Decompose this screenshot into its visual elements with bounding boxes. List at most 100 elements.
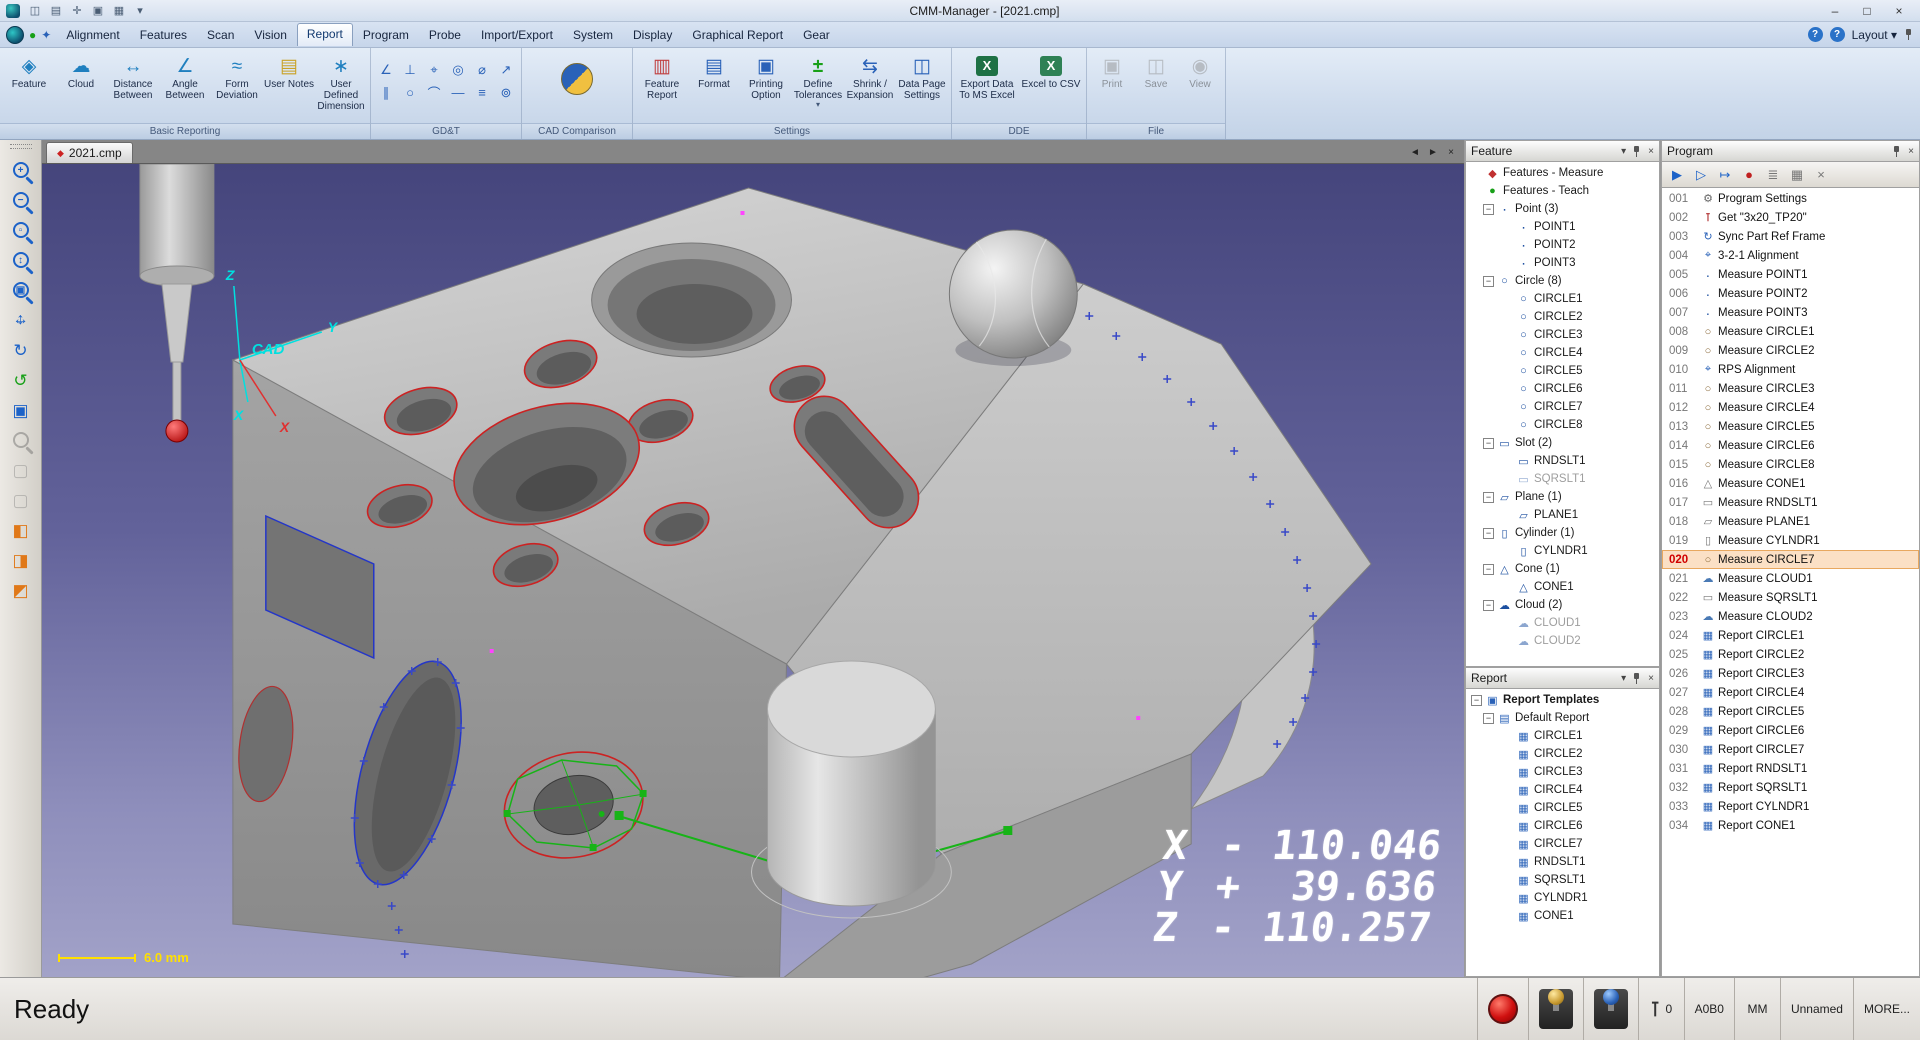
ribbon-button[interactable]: Define Tolerances ▾ [792,51,844,109]
zoom-in-tool[interactable]: + [4,155,38,185]
tree-expander[interactable] [1502,731,1513,742]
emergency-stop-indicator[interactable] [1476,978,1528,1040]
ribbon-button[interactable]: Shrink / Expansion [844,51,896,101]
circularity-icon[interactable]: ○ [398,81,422,104]
feature-tree-item[interactable]: Features - Measure [1466,164,1659,182]
close-button[interactable]: × [1884,2,1914,20]
tab-scroll-right-button[interactable]: ► [1424,143,1442,161]
feature-tree-item[interactable]: Features - Teach [1466,182,1659,200]
tree-expander[interactable] [1502,294,1513,305]
tab-close-button[interactable]: × [1442,143,1460,161]
ribbon-tab[interactable]: Probe [419,24,471,46]
tree-expander[interactable] [1502,803,1513,814]
program-line[interactable]: 007 Measure POINT3 [1662,303,1919,322]
ribbon-button[interactable]: Feature [3,51,55,90]
feature-tree-item[interactable]: CONE1 [1466,578,1659,596]
pendant-control-button[interactable] [1582,978,1638,1040]
program-line[interactable]: 018 Measure PLANE1 [1662,512,1919,531]
program-line[interactable]: 021 Measure CLOUD1 [1662,569,1919,588]
program-line[interactable]: 005 Measure POINT1 [1662,265,1919,284]
parallelism-icon[interactable]: ∥ [374,81,398,104]
ribbon-button[interactable]: Format [688,51,740,90]
report-tree-item[interactable]: CONE1 [1466,907,1659,925]
print-icon[interactable]: ▤ [47,3,65,19]
help-icon[interactable]: ? [1807,27,1823,42]
ribbon-button[interactable]: User Defined Dimension [315,51,367,112]
program-line[interactable]: 024 Report CIRCLE1 [1662,626,1919,645]
select-feature-tool[interactable]: ▢ [4,455,38,485]
units-cell[interactable]: MM [1733,978,1780,1040]
program-line[interactable]: 022 Measure SQRSLT1 [1662,588,1919,607]
tree-expander[interactable] [1502,546,1513,557]
report-tree-item[interactable]: CIRCLE4 [1466,781,1659,799]
position-icon[interactable]: ⌖ [422,58,446,81]
program-line[interactable]: 031 Report RNDSLT1 [1662,759,1919,778]
ribbon-tab[interactable]: Alignment [56,24,129,46]
ribbon-button[interactable]: Cloud [55,51,107,90]
panel-close-icon[interactable]: × [1908,146,1914,157]
ribbon-button[interactable]: Data Page Settings [896,51,948,101]
zoom-out-tool[interactable]: − [4,185,38,215]
panel-menu-caret-icon[interactable]: ▾ [1621,146,1626,157]
ribbon-button[interactable]: Excel to CSV [1019,51,1083,90]
profile-icon[interactable]: ⌒ [422,81,446,104]
ribbon-button[interactable]: View [1178,51,1222,90]
run-from-current-button[interactable]: ▷ [1690,165,1712,185]
save-icon[interactable]: ◫ [26,3,44,19]
list-options-button[interactable]: ≣ [1762,165,1784,185]
zoom-dynamic-tool[interactable]: ↕ [4,245,38,275]
feature-tree-item[interactable]: Point (3) [1466,200,1659,218]
panel-close-icon[interactable]: × [1648,146,1654,157]
ribbon-tab[interactable]: Vision [244,24,296,46]
feature-tree-item[interactable]: Plane (1) [1466,488,1659,506]
probe-setup-icon[interactable]: ✛ [68,3,86,19]
tree-expander[interactable] [1471,168,1482,179]
tree-expander[interactable] [1502,582,1513,593]
document-tab[interactable]: ◆ 2021.cmp [46,142,133,163]
program-windows-button[interactable]: ▦ [1786,165,1808,185]
tree-expander[interactable] [1502,258,1513,269]
program-line[interactable]: 028 Report CIRCLE5 [1662,702,1919,721]
viewport-3d-canvas[interactable]: Z Y X X CAD 6.0 mm X - 110.046 Y + 39.63… [42,164,1464,977]
report-tree-item[interactable]: CIRCLE5 [1466,799,1659,817]
tree-expander[interactable] [1483,437,1494,449]
program-line[interactable]: 019 Measure CYLNDR1 [1662,531,1919,550]
tree-expander[interactable] [1483,527,1494,539]
tree-expander[interactable] [1502,857,1513,868]
program-line[interactable]: 026 Report CIRCLE3 [1662,664,1919,683]
ribbon-button[interactable]: Save [1134,51,1178,90]
program-line[interactable]: 012 Measure CIRCLE4 [1662,398,1919,417]
runout-icon[interactable]: ↗ [494,58,518,81]
feature-tree-item[interactable]: POINT2 [1466,236,1659,254]
side-view-tool[interactable]: ◩ [4,575,38,605]
select-surface-tool[interactable]: ▢ [4,485,38,515]
tree-expander[interactable] [1471,694,1482,706]
report-tree-item[interactable]: CYLNDR1 [1466,889,1659,907]
more-status-button[interactable]: MORE... [1852,978,1920,1040]
program-line[interactable]: 011 Measure CIRCLE3 [1662,379,1919,398]
tree-expander[interactable] [1502,384,1513,395]
feature-tree-item[interactable]: SQRSLT1 [1466,470,1659,488]
diameter-icon[interactable]: ⌀ [470,58,494,81]
panel-close-icon[interactable]: × [1648,673,1654,684]
symmetry-icon[interactable]: ≡ [470,81,494,104]
pan-tool[interactable] [4,305,38,335]
tab-scroll-left-button[interactable]: ◄ [1406,143,1424,161]
program-line[interactable]: 032 Report SQRSLT1 [1662,778,1919,797]
context-help-icon[interactable]: ? [1829,27,1845,42]
program-line[interactable]: 030 Report CIRCLE7 [1662,740,1919,759]
rotate-3d-tool[interactable]: ↺ [4,365,38,395]
feature-tree-item[interactable]: CIRCLE5 [1466,362,1659,380]
tree-expander[interactable] [1502,456,1513,467]
ribbon-tab[interactable]: Gear [793,24,840,46]
breakpoint-button[interactable]: ● [1738,165,1760,185]
feature-tree-item[interactable]: CIRCLE7 [1466,398,1659,416]
tree-expander[interactable] [1502,348,1513,359]
maximize-button[interactable]: □ [1852,2,1882,20]
program-line[interactable]: 010 RPS Alignment [1662,360,1919,379]
layout-dropdown[interactable]: Layout ▾ [1852,28,1897,42]
feature-tree-item[interactable]: CIRCLE8 [1466,416,1659,434]
program-line[interactable]: 003 Sync Part Ref Frame [1662,227,1919,246]
program-line[interactable]: 015 Measure CIRCLE8 [1662,455,1919,474]
ribbon-button[interactable]: Distance Between [107,51,159,101]
